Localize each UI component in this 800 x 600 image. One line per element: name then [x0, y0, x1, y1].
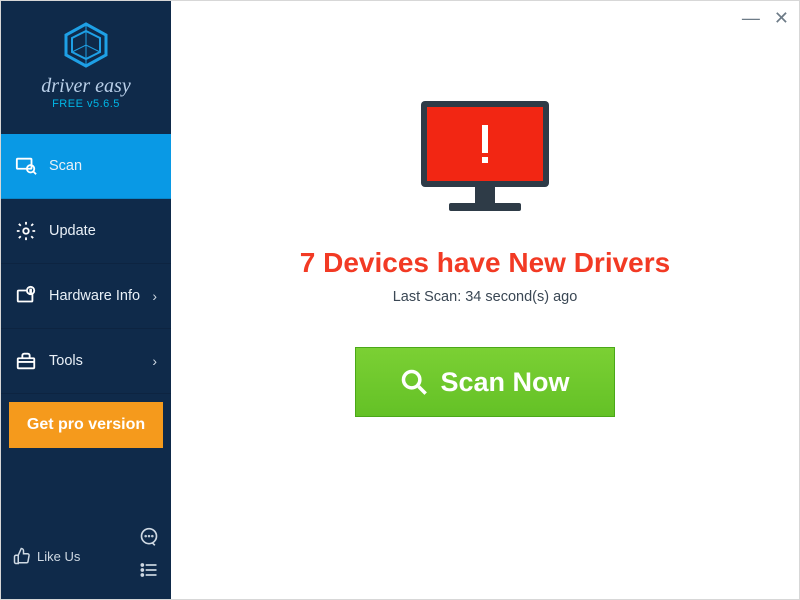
app-window: driver easy FREE v5.6.5 Scan — [0, 0, 800, 600]
feedback-icon[interactable] — [139, 527, 159, 552]
thumbs-up-icon — [13, 547, 31, 565]
scan-now-button[interactable]: Scan Now — [355, 347, 615, 417]
menu-icon[interactable] — [139, 560, 159, 585]
alert-monitor-icon — [411, 97, 559, 225]
chevron-right-icon: › — [152, 353, 157, 369]
scan-now-label: Scan Now — [440, 367, 569, 398]
sidebar-item-label: Hardware Info — [49, 288, 140, 304]
hardware-info-icon: i — [15, 285, 37, 307]
like-us-button[interactable]: Like Us — [13, 547, 80, 565]
sidebar-item-label: Tools — [49, 353, 83, 369]
sidebar: driver easy FREE v5.6.5 Scan — [1, 1, 171, 599]
search-icon — [400, 368, 428, 396]
nav: Scan Update i — [1, 134, 171, 513]
sidebar-item-tools[interactable]: Tools › — [1, 329, 171, 394]
sidebar-item-scan[interactable]: Scan — [1, 134, 171, 199]
bottom-icons — [139, 527, 159, 585]
get-pro-label: Get pro version — [27, 416, 145, 434]
sidebar-item-hardware-info[interactable]: i Hardware Info › — [1, 264, 171, 329]
logo-area: driver easy FREE v5.6.5 — [1, 1, 171, 120]
sidebar-item-update[interactable]: Update — [1, 199, 171, 264]
scan-headline: 7 Devices have New Drivers — [300, 247, 670, 279]
get-pro-button[interactable]: Get pro version — [9, 402, 163, 448]
monitor-search-icon — [15, 155, 37, 177]
like-us-label: Like Us — [37, 549, 80, 564]
close-button[interactable]: ✕ — [774, 9, 789, 27]
toolbox-icon — [15, 350, 37, 372]
content: 7 Devices have New Drivers Last Scan: 34… — [171, 1, 799, 417]
chevron-right-icon: › — [152, 288, 157, 304]
sidebar-item-label: Update — [49, 223, 96, 239]
window-controls: — ✕ — [742, 9, 789, 27]
gear-icon — [15, 220, 37, 242]
brand-version: FREE v5.6.5 — [11, 98, 161, 110]
brand-name: driver easy — [11, 75, 161, 98]
last-scan-text: Last Scan: 34 second(s) ago — [393, 289, 578, 305]
main-panel: — ✕ 7 Devices have New Drivers Last Scan… — [171, 1, 799, 599]
sidebar-bottom: Like Us — [1, 513, 171, 599]
sidebar-item-label: Scan — [49, 158, 82, 174]
app-logo-icon — [62, 21, 110, 69]
minimize-button[interactable]: — — [742, 9, 760, 27]
